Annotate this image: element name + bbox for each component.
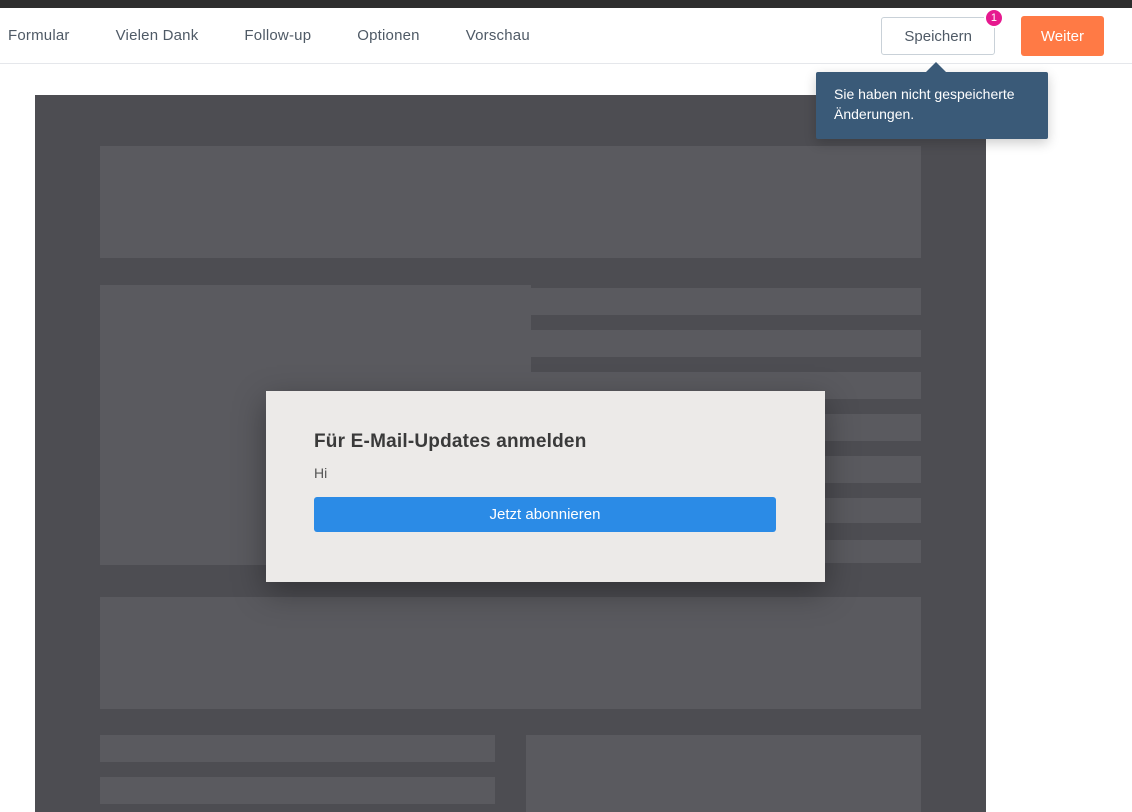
placeholder-block xyxy=(100,735,495,762)
unsaved-changes-badge: 1 xyxy=(984,8,1004,28)
tab-vielen-dank[interactable]: Vielen Dank xyxy=(116,27,199,44)
placeholder-block xyxy=(526,330,921,357)
save-button[interactable]: Speichern xyxy=(881,17,995,55)
placeholder-block xyxy=(100,597,820,709)
tab-formular[interactable]: Formular xyxy=(8,27,70,44)
placeholder-block xyxy=(526,735,921,812)
toolbar-actions: Speichern 1 Weiter xyxy=(881,8,1104,64)
next-button[interactable]: Weiter xyxy=(1021,16,1104,56)
form-greeting: Hi xyxy=(314,465,777,481)
preview-canvas[interactable]: Für E-Mail-Updates anmelden Hi Jetzt abo… xyxy=(35,95,986,812)
placeholder-block xyxy=(100,777,495,804)
top-dark-strip xyxy=(0,0,1132,8)
placeholder-block xyxy=(808,597,921,709)
unsaved-changes-tooltip: Sie haben nicht gespeicherte Änderungen. xyxy=(816,72,1048,139)
editor-tabs: Formular Vielen Dank Follow-up Optionen … xyxy=(0,27,530,44)
tooltip-text: Sie haben nicht gespeicherte Änderungen. xyxy=(834,86,1015,122)
placeholder-block xyxy=(100,146,921,258)
form-title: Für E-Mail-Updates anmelden xyxy=(314,431,777,453)
tab-optionen[interactable]: Optionen xyxy=(357,27,419,44)
subscribe-button[interactable]: Jetzt abonnieren xyxy=(314,497,776,532)
tab-followup[interactable]: Follow-up xyxy=(244,27,311,44)
placeholder-block xyxy=(526,288,921,315)
editor-toolbar: Formular Vielen Dank Follow-up Optionen … xyxy=(0,8,1132,64)
email-signup-form[interactable]: Für E-Mail-Updates anmelden Hi Jetzt abo… xyxy=(266,391,825,582)
canvas-area: Für E-Mail-Updates anmelden Hi Jetzt abo… xyxy=(0,64,1132,812)
save-button-wrap: Speichern 1 xyxy=(881,17,995,55)
tab-vorschau[interactable]: Vorschau xyxy=(466,27,530,44)
